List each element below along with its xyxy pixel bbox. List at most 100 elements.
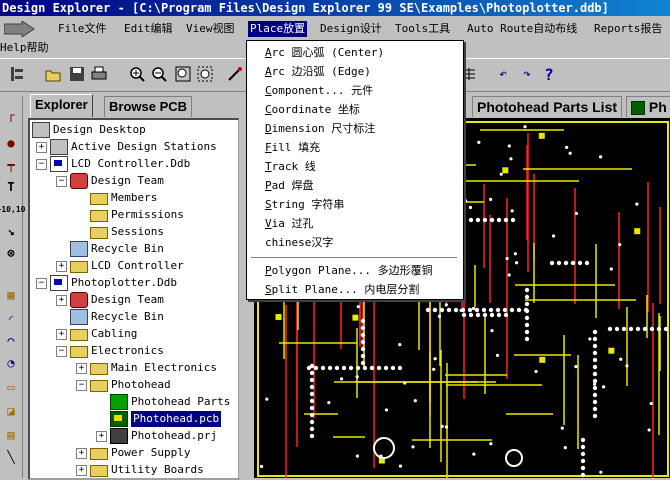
zoom-in-icon[interactable] (128, 65, 146, 83)
menu-item-chinese[interactable]: chinese汉字 (265, 235, 333, 251)
expand-icon[interactable]: + (56, 328, 67, 340)
print-icon[interactable] (90, 65, 108, 83)
cross-probe-icon[interactable] (226, 65, 244, 83)
tree-node[interactable]: Recycle Bin (70, 241, 164, 257)
tree-node[interactable]: Recycle Bin (70, 309, 164, 325)
tree-node[interactable]: − LCD Controller.Ddb (36, 156, 190, 172)
tree-node[interactable]: + LCD Controller (56, 258, 184, 274)
open-folder-icon[interactable] (44, 65, 62, 83)
tab-photohead-parts-list[interactable]: Photohead Parts List (472, 96, 623, 117)
place-polygon-icon[interactable]: ◪ (2, 402, 20, 420)
menu-place[interactable]: Place放置 (248, 21, 308, 37)
menu-auto-route[interactable]: Auto Route自动布线 (465, 21, 579, 37)
place-arc-edge-icon[interactable]: ◠ (2, 332, 20, 350)
expand-icon[interactable]: + (76, 464, 87, 476)
team-icon (70, 292, 88, 308)
place-fill-icon[interactable]: ▭ (2, 378, 20, 396)
save-icon[interactable] (68, 65, 86, 83)
expand-icon[interactable]: + (76, 362, 87, 374)
desktop-icon (50, 139, 68, 155)
tree-node[interactable]: Design Desktop (32, 122, 146, 138)
menu-item-string[interactable]: String 字符串 (265, 197, 344, 213)
undo-icon[interactable]: ↶ (494, 65, 512, 83)
tab-explorer[interactable]: Explorer (30, 94, 93, 117)
tree-node[interactable]: + Active Design Stations (36, 139, 217, 155)
collapse-icon[interactable]: − (36, 158, 47, 170)
place-arc-center-icon[interactable]: ◜ (2, 310, 20, 328)
menu-separator (251, 257, 457, 258)
menu-tools[interactable]: Tools工具 (393, 21, 452, 37)
menu-item-coordinate[interactable]: Coordinate 坐标 (265, 102, 360, 118)
tree-node[interactable]: − Electronics (56, 343, 164, 359)
window-title: Design Explorer - [C:\Program Files\Desi… (2, 1, 609, 15)
menu-item-fill[interactable]: Fill 填充 (265, 140, 320, 156)
recycle-bin-icon (70, 309, 88, 325)
place-coordinate-icon[interactable]: +10,10 (0, 200, 25, 218)
expand-icon[interactable]: + (56, 260, 67, 272)
folder-icon (70, 346, 88, 358)
place-string-icon[interactable]: T (2, 178, 20, 196)
tree-node[interactable]: + Cabling (56, 326, 137, 342)
menu-item-arc-center[interactable]: Arc 圆心弧 (Center) (265, 45, 384, 61)
menu-edit[interactable]: Edit编辑 (122, 21, 175, 37)
tab-browse-pcb[interactable]: Browse PCB (104, 96, 193, 117)
tree-node[interactable]: + Photohead.prj (96, 428, 217, 444)
tab-photohead-pcb[interactable]: Ph (626, 96, 670, 117)
folder-icon (90, 210, 108, 222)
expand-icon[interactable]: + (96, 430, 107, 442)
tree-node[interactable]: Members (90, 190, 157, 206)
tree-node[interactable]: + Main Electronics (76, 360, 217, 376)
menu-help[interactable]: Help帮助 (0, 40, 49, 56)
place-pad-icon[interactable]: ● (2, 134, 20, 152)
place-keepout-icon[interactable]: ╲ (2, 448, 20, 466)
place-split-plane-icon[interactable]: ▤ (2, 426, 20, 444)
menu-item-polygon-plane[interactable]: Polygon Plane... 多边形覆铜 (265, 263, 433, 279)
tree-node[interactable]: + Utility Boards (76, 462, 204, 478)
place-arc-any-icon[interactable]: ◔ (2, 354, 20, 372)
collapse-icon[interactable]: − (36, 277, 47, 289)
menu-item-split-plane[interactable]: Split Plane... 内电层分割 (265, 282, 419, 298)
database-icon (50, 156, 68, 172)
explorer-tree[interactable]: Design Desktop + Active Design Stations −… (28, 118, 240, 480)
zoom-fit-icon[interactable] (174, 65, 192, 83)
help-icon[interactable]: ? (540, 65, 558, 84)
tree-node[interactable]: Photohead.pcb (110, 411, 222, 427)
tree-node[interactable]: + Design Team (56, 292, 164, 308)
expand-icon[interactable]: + (36, 141, 47, 153)
menu-file[interactable]: File文件 (56, 21, 109, 37)
menu-item-via[interactable]: Via 过孔 (265, 216, 314, 232)
zoom-out-icon[interactable] (150, 65, 168, 83)
redo-icon[interactable]: ↷ (518, 65, 536, 83)
collapse-icon[interactable]: − (76, 379, 87, 391)
place-track-icon[interactable]: ┌ (2, 106, 20, 124)
tree-node[interactable]: Permissions (90, 207, 184, 223)
title-bar: Design Explorer - [C:\Program Files\Desi… (0, 0, 670, 16)
pcb-icon (631, 101, 645, 116)
collapse-icon[interactable]: − (56, 175, 67, 187)
tree-node[interactable]: + Power Supply (76, 445, 190, 461)
zoom-area-icon[interactable] (196, 65, 214, 83)
tree-node[interactable]: − Photoplotter.Ddb (36, 275, 177, 291)
menu-reports[interactable]: Reports报告 (592, 21, 664, 37)
menu-design[interactable]: Design设计 (318, 21, 384, 37)
place-origin-icon[interactable]: ⊗ (2, 244, 20, 262)
tree-node[interactable]: Sessions (90, 224, 164, 240)
menu-item-arc-edge[interactable]: Arc 边沿弧 (Edge) (265, 64, 371, 80)
menu-item-track[interactable]: Track 线 (265, 159, 316, 175)
menu-item-dimension[interactable]: Dimension 尺寸标注 (265, 121, 375, 137)
expand-icon[interactable]: + (56, 294, 67, 306)
tree-node[interactable]: Photohead Parts (110, 394, 230, 410)
explorer-panel: Explorer Browse PCB Design Desktop + Acti… (24, 94, 247, 480)
collapse-icon[interactable]: − (56, 345, 67, 357)
place-via-icon[interactable]: ┯ (2, 156, 20, 174)
menu-view[interactable]: View视图 (184, 21, 237, 37)
menu-item-component[interactable]: Component... 元件 (265, 83, 373, 99)
desktop-icon (32, 122, 50, 138)
place-component-icon[interactable]: ▦ (2, 286, 20, 304)
place-dimension-icon[interactable]: ↘ (2, 222, 20, 240)
tree-node[interactable]: − Design Team (56, 173, 164, 189)
tree-toggle-icon[interactable] (8, 65, 26, 83)
tree-node[interactable]: − Photohead (76, 377, 171, 393)
menu-item-pad[interactable]: Pad 焊盘 (265, 178, 314, 194)
expand-icon[interactable]: + (76, 447, 87, 459)
